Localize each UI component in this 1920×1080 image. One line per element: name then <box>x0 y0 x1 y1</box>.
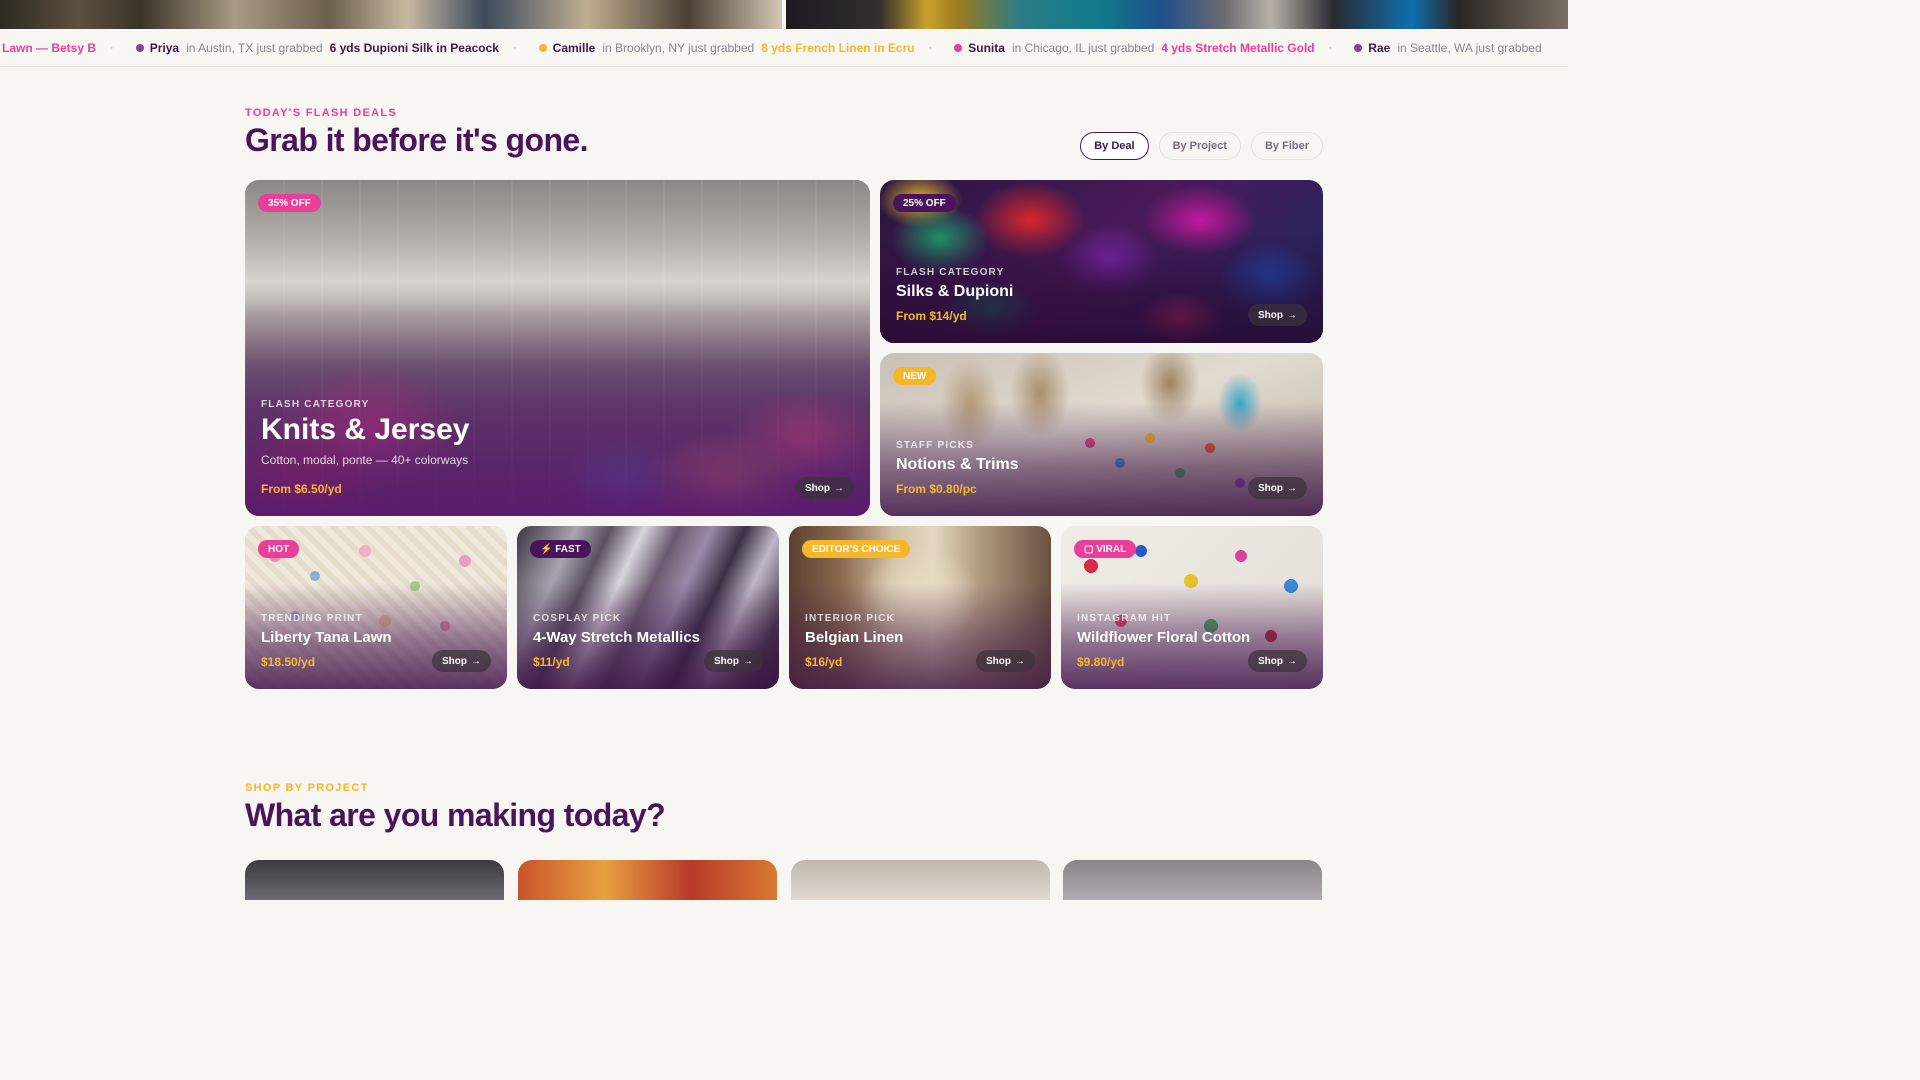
ticker-buyer-name: Camille <box>552 41 596 55</box>
shop-by-project-title: What are you making today? <box>245 797 666 833</box>
card-price: $11/yd <box>533 655 570 669</box>
card-title: Knits & Jersey <box>261 413 470 446</box>
recent-purchases-ticker: Lawn — Betsy B · Priya in Austin, TX jus… <box>0 29 1568 67</box>
flash-deals-title: Grab it before it's gone. <box>245 122 588 158</box>
card-title: 4-Way Stretch Metallics <box>533 629 700 646</box>
ticker-buyer-name: Rae <box>1368 41 1391 55</box>
shop-label: Shop <box>714 655 739 667</box>
deal-card-belgian-linen[interactable]: EDITOR'S CHOICE INTERIOR PICK Belgian Li… <box>789 526 1051 689</box>
shop-button[interactable]: Shop → <box>795 477 854 499</box>
hot-badge: HOT <box>258 540 300 558</box>
shop-button[interactable]: Shop → <box>1248 304 1307 326</box>
arrow-right-icon: → <box>834 482 844 494</box>
card-price: $16/yd <box>805 655 843 669</box>
project-card[interactable] <box>1063 860 1322 900</box>
ticker-location: in Brooklyn, NY just grabbed <box>602 41 755 55</box>
ticker-product[interactable]: 8 yds French Linen in Ecru <box>761 41 914 55</box>
arrow-right-icon: → <box>743 655 753 667</box>
ticker-dot <box>1354 44 1363 52</box>
ticker-track: Lawn — Betsy B · Priya in Austin, TX jus… <box>2 29 1549 66</box>
ticker-dot <box>538 44 547 52</box>
arrow-right-icon: → <box>1287 309 1297 321</box>
shop-label: Shop <box>1258 309 1283 321</box>
filter-by-project[interactable]: By Project <box>1158 132 1241 160</box>
ticker-item: Sunita in Chicago, IL just grabbed 4 yds… <box>954 41 1315 55</box>
shop-label: Shop <box>1258 482 1283 494</box>
shop-button[interactable]: Shop → <box>1248 650 1307 672</box>
shop-button[interactable]: Shop → <box>1248 477 1307 499</box>
flash-deals-eyebrow: TODAY'S FLASH DEALS <box>245 107 398 119</box>
shop-button[interactable]: Shop → <box>432 650 491 672</box>
deal-card-stretch-metallics[interactable]: ⚡ FAST COSPLAY PICK 4-Way Stretch Metall… <box>517 526 779 689</box>
ticker-dot <box>954 44 963 52</box>
ticker-location: in Chicago, IL just grabbed <box>1011 41 1155 55</box>
shop-label: Shop <box>442 655 467 667</box>
arrow-right-icon: → <box>1287 655 1297 667</box>
card-category: COSPLAY PICK <box>533 613 622 624</box>
ticker-dot <box>135 44 144 52</box>
shop-label: Shop <box>1258 655 1283 667</box>
card-price: From $6.50/yd <box>261 482 342 496</box>
hero-image-strip <box>0 0 1568 29</box>
discount-badge: 35% OFF <box>258 194 321 212</box>
arrow-right-icon: → <box>1015 655 1025 667</box>
card-price: $18.50/yd <box>261 655 316 669</box>
deal-card-notions-trims[interactable]: NEW STAFF PICKS Notions & Trims From $0.… <box>880 353 1323 516</box>
ticker-item: Priya in Austin, TX just grabbed 6 yds D… <box>135 41 499 55</box>
card-category: FLASH CATEGORY <box>261 399 370 410</box>
deal-card-knits-jersey[interactable]: 35% OFF FLASH CATEGORY Knits & Jersey Co… <box>245 180 870 516</box>
deal-card-silks-dupioni[interactable]: 25% OFF FLASH CATEGORY Silks & Dupioni F… <box>880 180 1323 343</box>
fast-badge: ⚡ FAST <box>530 540 591 558</box>
editors-choice-badge: EDITOR'S CHOICE <box>802 540 911 558</box>
card-category: TRENDING PRINT <box>261 613 363 624</box>
deal-filter-pills: By Deal By Project By Fiber <box>1080 132 1323 160</box>
discount-badge: 25% OFF <box>893 194 956 212</box>
card-title: Wildflower Floral Cotton <box>1077 629 1251 646</box>
card-price: From $14/yd <box>896 309 967 323</box>
new-badge: NEW <box>893 367 937 385</box>
viral-badge: ▢ VIRAL <box>1074 540 1137 558</box>
ticker-buyer-name: Priya <box>149 41 180 55</box>
ticker-location: in Seattle, WA just grabbed <box>1397 41 1542 55</box>
card-title: Silks & Dupioni <box>896 283 1014 300</box>
shop-label: Shop <box>805 482 830 494</box>
ticker-separator: · <box>928 42 933 54</box>
ticker-item: Camille in Brooklyn, NY just grabbed 8 y… <box>538 41 915 55</box>
card-subtitle: Cotton, modal, ponte — 40+ colorways <box>261 453 469 467</box>
arrow-right-icon: → <box>471 655 481 667</box>
filter-by-fiber[interactable]: By Fiber <box>1250 132 1323 160</box>
filter-by-deal[interactable]: By Deal <box>1080 132 1149 160</box>
hero-image-right <box>786 0 1568 29</box>
ticker-buyer-name: Sunita <box>968 41 1005 55</box>
card-category: STAFF PICKS <box>896 440 975 451</box>
shop-button[interactable]: Shop → <box>704 650 763 672</box>
project-card[interactable] <box>791 860 1050 900</box>
card-category: INSTAGRAM HIT <box>1077 613 1172 624</box>
card-title: Liberty Tana Lawn <box>261 629 392 646</box>
deal-card-wildflower-floral[interactable]: ▢ VIRAL INSTAGRAM HIT Wildflower Floral … <box>1061 526 1323 689</box>
card-category: INTERIOR PICK <box>805 613 896 624</box>
card-title: Belgian Linen <box>805 629 904 646</box>
ticker-lead-text: Lawn — Betsy B <box>2 41 97 55</box>
hero-image-left <box>0 0 782 29</box>
card-category: FLASH CATEGORY <box>896 267 1005 278</box>
card-title: Notions & Trims <box>896 456 1019 473</box>
ticker-separator: · <box>1328 42 1333 54</box>
arrow-right-icon: → <box>1287 482 1297 494</box>
shop-button[interactable]: Shop → <box>976 650 1035 672</box>
ticker-separator: · <box>512 42 517 54</box>
project-card[interactable] <box>245 860 504 900</box>
ticker-location: in Austin, TX just grabbed <box>186 41 323 55</box>
shop-label: Shop <box>986 655 1011 667</box>
card-price: From $0.80/pc <box>896 482 977 496</box>
ticker-separator: · <box>110 42 114 54</box>
project-card[interactable] <box>518 860 777 900</box>
deal-card-liberty-tana-lawn[interactable]: HOT TRENDING PRINT Liberty Tana Lawn $18… <box>245 526 507 689</box>
shop-by-project-eyebrow: SHOP BY PROJECT <box>245 782 369 794</box>
ticker-product[interactable]: 4 yds Stretch Metallic Gold <box>1161 41 1314 55</box>
ticker-item: Rae in Seattle, WA just grabbed <box>1354 41 1548 55</box>
ticker-product[interactable]: 6 yds Dupioni Silk in Peacock <box>330 41 499 55</box>
card-price: $9.80/yd <box>1077 655 1125 669</box>
